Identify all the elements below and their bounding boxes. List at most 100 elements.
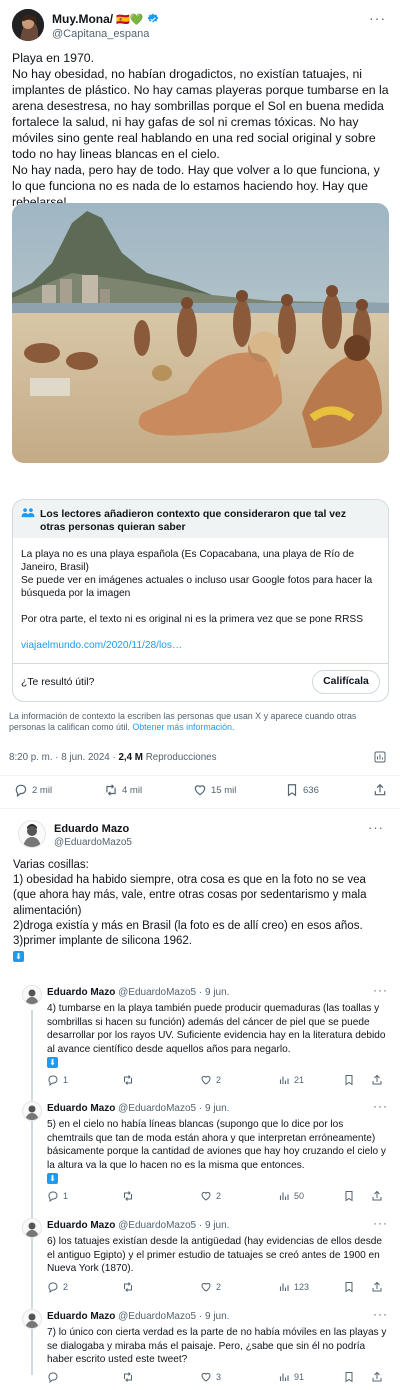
thread-author-name[interactable]: Eduardo Mazo [47,987,115,998]
bookmark-button[interactable] [343,1281,355,1293]
reply-button[interactable] [47,1371,63,1383]
like-count: 2 [216,1282,222,1292]
reply-count: 2 [63,1282,69,1292]
retweet-button[interactable] [122,1074,138,1086]
author-handle[interactable]: @Capitana_espana [52,28,149,40]
share-button[interactable] [371,1371,383,1383]
more-info-link[interactable]: Obtener más información. [132,722,234,732]
thread-reply[interactable]: Eduardo Mazo @EduardoMazo5 · 9 jun. ··· … [0,1216,400,1288]
retweet-button[interactable] [122,1190,138,1202]
reply-author-name[interactable]: Eduardo Mazo [54,823,129,835]
author-name[interactable]: Muy.Mona/ 🇪🇸💚 [52,12,159,26]
views-button[interactable]: 50 [278,1190,304,1202]
blue-down-arrow-icon: ⬇ [47,1173,58,1185]
community-note-body: La playa no es una playa española (Es Co… [21,548,381,652]
more-icon[interactable]: ··· [373,983,388,997]
reply-button[interactable]: 1 [47,1190,68,1202]
share-icon [372,1371,382,1382]
like-button[interactable]: 2 [200,1074,221,1086]
reply-text-body: Varias cosillas: 1) obesidad ha habido s… [13,859,367,948]
views-button[interactable]: 123 [278,1281,309,1293]
reply-button[interactable]: 2 mil [14,783,52,797]
rate-button[interactable]: Califícala [312,670,380,694]
share-icon [372,1190,382,1201]
verified-badge-icon [147,13,159,23]
heart-icon [194,785,206,796]
thread-author: Eduardo Mazo @EduardoMazo5 · 9 jun. [47,1220,229,1231]
community-note-link[interactable]: viajaelmundo.com/2020/11/28/los… [21,640,182,651]
views-icon [279,1373,289,1381]
share-icon [374,783,386,796]
more-icon[interactable]: ··· [368,820,384,835]
share-button[interactable] [371,1074,383,1086]
like-button[interactable]: 3 [200,1371,221,1383]
thread-author-name[interactable]: Eduardo Mazo [47,1311,115,1322]
like-button[interactable]: 2 [200,1281,221,1293]
thread-reply[interactable]: Eduardo Mazo @EduardoMazo5 · 9 jun. ··· … [0,1099,400,1201]
bookmark-button[interactable]: 636 [285,783,319,797]
more-icon[interactable]: ··· [373,1307,388,1321]
bookmark-button[interactable] [343,1371,355,1383]
retweet-icon [124,1372,132,1382]
community-note-title: Los lectores añadieron contexto que cons… [40,509,347,533]
analytics-icon[interactable] [374,751,386,763]
like-button[interactable]: 15 mil [193,783,236,797]
retweet-button[interactable] [122,1281,138,1293]
retweet-count: 4 mil [122,784,143,796]
reply-icon [48,1191,58,1202]
thread-author-name[interactable]: Eduardo Mazo [47,1220,115,1231]
share-button[interactable] [371,1190,383,1202]
thread-actions: 1 2 21 [0,1074,400,1090]
reply-icon [48,1282,58,1293]
view-count: 50 [294,1191,305,1201]
bookmark-count: 636 [303,784,319,796]
divider [0,775,400,776]
thread-author-meta: @EduardoMazo5 · 9 jun. [115,1220,230,1231]
author-name-text[interactable]: Muy.Mona/ [52,12,113,26]
bookmark-button[interactable] [343,1074,355,1086]
thread-author: Eduardo Mazo @EduardoMazo5 · 9 jun. [47,1103,229,1114]
thread-author-meta: @EduardoMazo5 · 9 jun. [115,987,230,998]
reply-button[interactable]: 2 [47,1281,68,1293]
thread-author: Eduardo Mazo @EduardoMazo5 · 9 jun. [47,987,229,998]
thread-text: 6) los tatuajes existían desde la antigü… [47,1236,385,1275]
retweet-icon [106,784,116,796]
reply-button[interactable]: 1 [47,1074,68,1086]
tweet-time[interactable]: 8:20 p. m. · 8 jun. 2024 · [9,752,118,763]
bookmark-icon [287,784,297,797]
thread-avatar[interactable] [22,1101,42,1121]
retweet-button[interactable] [122,1371,138,1383]
retweet-icon [124,1282,132,1292]
note-disclaimer: La información de contexto la escriben l… [9,711,381,733]
more-icon[interactable]: ··· [369,10,386,26]
reply-author-handle[interactable]: @EduardoMazo5 [54,837,132,848]
author-avatar[interactable] [12,9,44,41]
thread-avatar[interactable] [22,1218,42,1238]
heart-icon [201,1191,211,1201]
more-icon[interactable]: ··· [373,1216,388,1230]
share-button[interactable] [373,783,387,797]
views-icon [279,1076,289,1084]
community-note-header: Los lectores añadieron contexto que cons… [13,500,388,538]
bookmark-button[interactable] [343,1190,355,1202]
thread-avatar[interactable] [22,985,42,1005]
tweet-photo[interactable] [12,203,389,463]
community-note-text: La playa no es una playa española (Es Co… [21,549,373,625]
thread-author-name[interactable]: Eduardo Mazo [47,1103,115,1114]
more-icon[interactable]: ··· [373,1099,388,1113]
reply-avatar[interactable] [18,820,46,848]
share-button[interactable] [371,1281,383,1293]
views-button[interactable]: 91 [278,1371,304,1383]
reply-header: Eduardo Mazo @EduardoMazo5 ··· [18,820,388,850]
thread-reply[interactable]: Eduardo Mazo @EduardoMazo5 · 9 jun. ··· … [0,1307,400,1374]
thread-author-meta: @EduardoMazo5 · 9 jun. [115,1311,230,1322]
retweet-button[interactable]: 4 mil [104,783,142,797]
blue-down-arrow-icon: ⬇ [47,1057,58,1069]
reply-icon [15,784,27,797]
view-count: 123 [294,1282,310,1292]
views-button[interactable]: 21 [278,1074,304,1086]
thread-avatar[interactable] [22,1309,42,1329]
like-button[interactable]: 2 [200,1190,221,1202]
tweet-text: Playa en 1970. No hay obesidad, no había… [12,51,389,209]
thread-text: 4) tumbarse en la playa también puede pr… [47,1002,387,1070]
